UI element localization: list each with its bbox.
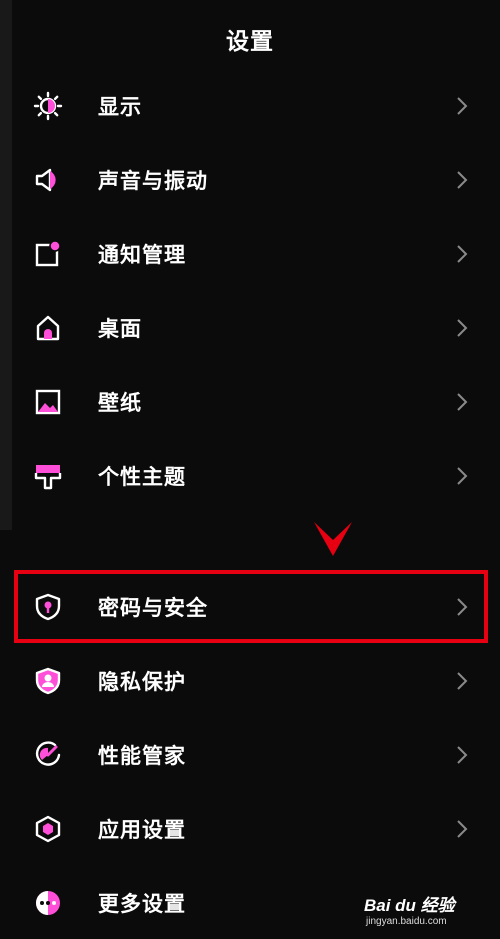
notification-icon bbox=[31, 237, 65, 271]
gauge-icon bbox=[31, 738, 65, 772]
chevron-right-icon bbox=[454, 744, 470, 766]
highlight-box bbox=[14, 570, 488, 643]
more-icon bbox=[31, 886, 65, 920]
settings-item-label: 性能管家 bbox=[98, 744, 186, 768]
settings-screen: 设置 显示 声音与振动 通知管理 桌面 壁纸 个性主题 密码与安全 隐私保护 性… bbox=[0, 0, 500, 939]
chevron-right-icon bbox=[454, 391, 470, 413]
settings-item-display[interactable]: 显示 bbox=[0, 69, 500, 143]
baidu-watermark: Bai du 经验 jingyan.baidu.com bbox=[364, 891, 474, 931]
settings-item-label: 显示 bbox=[98, 95, 142, 119]
settings-item-theme[interactable]: 个性主题 bbox=[0, 439, 500, 513]
chevron-right-icon bbox=[454, 95, 470, 117]
settings-item-label: 应用设置 bbox=[98, 818, 186, 842]
settings-item-label: 壁纸 bbox=[98, 391, 142, 415]
settings-item-label: 声音与振动 bbox=[98, 169, 208, 193]
chevron-right-icon bbox=[454, 243, 470, 265]
settings-item-app-settings[interactable]: 应用设置 bbox=[0, 792, 500, 866]
settings-item-desktop[interactable]: 桌面 bbox=[0, 291, 500, 365]
theme-icon bbox=[31, 459, 65, 493]
watermark-url: jingyan.baidu.com bbox=[366, 916, 447, 927]
settings-item-label: 通知管理 bbox=[98, 243, 186, 267]
brightness-icon bbox=[31, 89, 65, 123]
settings-item-label: 更多设置 bbox=[98, 892, 186, 916]
chevron-right-icon bbox=[454, 818, 470, 840]
settings-item-label: 隐私保护 bbox=[98, 670, 186, 694]
wallpaper-icon bbox=[31, 385, 65, 419]
settings-item-label: 桌面 bbox=[98, 317, 142, 341]
annotation-arrow-icon bbox=[314, 522, 352, 556]
settings-item-privacy[interactable]: 隐私保护 bbox=[0, 644, 500, 718]
chevron-right-icon bbox=[454, 465, 470, 487]
settings-item-label: 个性主题 bbox=[98, 465, 186, 489]
settings-item-sound[interactable]: 声音与振动 bbox=[0, 143, 500, 217]
chevron-right-icon bbox=[454, 670, 470, 692]
settings-item-wallpaper[interactable]: 壁纸 bbox=[0, 365, 500, 439]
settings-item-notifications[interactable]: 通知管理 bbox=[0, 217, 500, 291]
chevron-right-icon bbox=[454, 317, 470, 339]
settings-item-performance[interactable]: 性能管家 bbox=[0, 718, 500, 792]
page-title: 设置 bbox=[226, 29, 274, 55]
speaker-icon bbox=[31, 163, 65, 197]
privacy-icon bbox=[31, 664, 65, 698]
chevron-right-icon bbox=[454, 169, 470, 191]
watermark-brand: Bai du 经验 bbox=[364, 896, 455, 915]
home-icon bbox=[31, 311, 65, 345]
hexagon-icon bbox=[31, 812, 65, 846]
